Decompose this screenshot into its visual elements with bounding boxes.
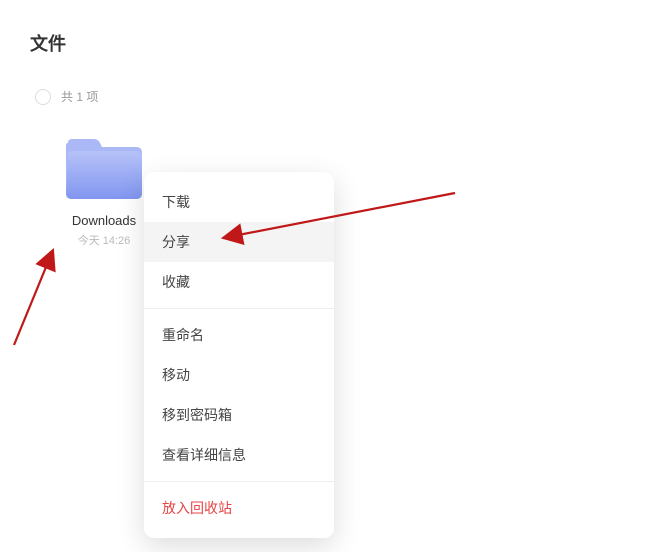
folder-time: 今天 14:26 bbox=[78, 232, 131, 248]
menu-divider bbox=[144, 308, 334, 309]
item-count-text: 共 1 项 bbox=[61, 88, 98, 105]
menu-move[interactable]: 移动 bbox=[144, 355, 334, 395]
menu-favorite[interactable]: 收藏 bbox=[144, 262, 334, 302]
menu-share[interactable]: 分享 bbox=[144, 222, 334, 262]
folder-icon bbox=[62, 135, 146, 203]
menu-download[interactable]: 下载 bbox=[144, 182, 334, 222]
context-menu: 下载 分享 收藏 重命名 移动 移到密码箱 查看详细信息 放入回收站 bbox=[144, 172, 334, 538]
select-all-checkbox[interactable] bbox=[35, 89, 51, 105]
folder-name: Downloads bbox=[72, 213, 136, 228]
item-count-row: 共 1 项 bbox=[35, 88, 98, 105]
menu-recycle[interactable]: 放入回收站 bbox=[144, 488, 334, 528]
menu-view-details[interactable]: 查看详细信息 bbox=[144, 435, 334, 475]
menu-rename[interactable]: 重命名 bbox=[144, 315, 334, 355]
menu-divider bbox=[144, 481, 334, 482]
menu-move-to-vault[interactable]: 移到密码箱 bbox=[144, 395, 334, 435]
folder-item[interactable]: Downloads 今天 14:26 bbox=[58, 135, 150, 248]
page-title: 文件 bbox=[30, 30, 66, 56]
